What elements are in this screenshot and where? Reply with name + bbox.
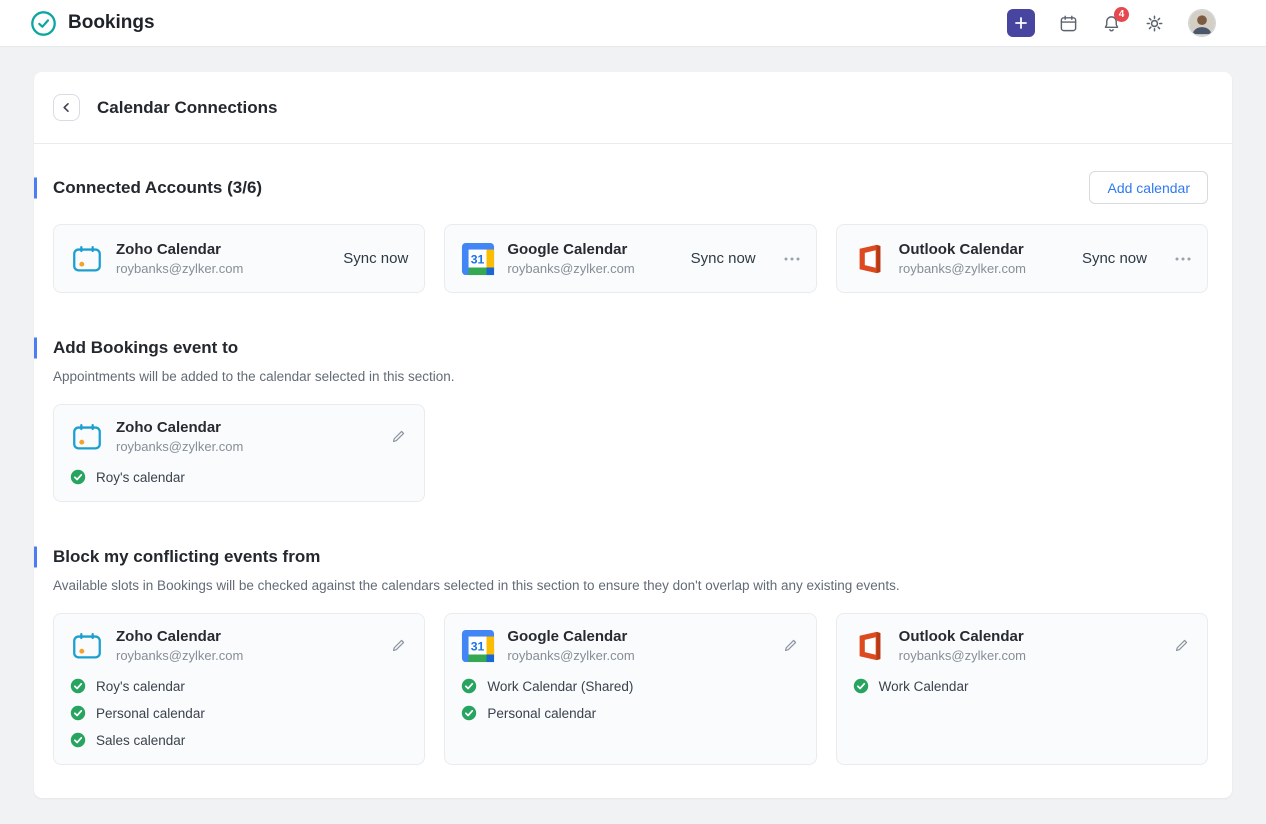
account-name: Outlook Calendar (899, 241, 1026, 258)
connected-accounts-title: Connected Accounts (3/6) (53, 178, 262, 198)
account-name: Outlook Calendar (899, 628, 1026, 645)
page-header: Calendar Connections (34, 72, 1232, 143)
account-email: roybanks@zylker.com (507, 648, 634, 663)
sync-now-button[interactable]: Sync now (1082, 250, 1147, 267)
calendar-name: Work Calendar (Shared) (487, 679, 633, 694)
account-name: Zoho Calendar (116, 241, 243, 258)
block-card-google: 31 Google Calendar roybanks@zylker.com W… (444, 613, 816, 765)
notifications-bell-icon[interactable]: 4 (1102, 14, 1121, 33)
account-email: roybanks@zylker.com (116, 261, 243, 276)
bookings-logo-icon (30, 10, 57, 37)
account-name: Zoho Calendar (116, 419, 243, 436)
edit-pencil-icon[interactable] (781, 636, 800, 655)
brand: Bookings (30, 10, 155, 37)
calendar-name: Personal calendar (487, 706, 596, 721)
selected-calendar-item: Personal calendar (461, 705, 799, 721)
selected-calendar-item: Sales calendar (70, 732, 408, 748)
edit-pencil-icon[interactable] (389, 427, 408, 446)
connected-account-card-outlook: Outlook Calendar roybanks@zylker.com Syn… (836, 224, 1208, 293)
calendar-name: Sales calendar (96, 733, 185, 748)
google-calendar-day-label: 31 (471, 639, 485, 653)
top-bar: Bookings 4 (0, 0, 1266, 47)
connected-account-card-zoho: Zoho Calendar roybanks@zylker.com Sync n… (53, 224, 425, 293)
more-options-icon[interactable] (784, 255, 800, 263)
check-icon (70, 678, 86, 694)
outlook-calendar-icon (853, 242, 887, 276)
account-name: Google Calendar (507, 241, 634, 258)
block-events-title: Block my conflicting events from (53, 547, 1208, 567)
topbar-actions: 4 (1007, 9, 1216, 37)
sync-now-button[interactable]: Sync now (691, 250, 756, 267)
add-event-card-zoho: Zoho Calendar roybanks@zylker.com Roy's … (53, 404, 425, 502)
block-events-subtitle: Available slots in Bookings will be chec… (53, 578, 1208, 593)
edit-pencil-icon[interactable] (1172, 636, 1191, 655)
add-event-title: Add Bookings event to (53, 338, 1208, 358)
block-events-section: Block my conflicting events from Availab… (34, 547, 1232, 765)
settings-gear-icon[interactable] (1145, 14, 1164, 33)
zoho-calendar-icon (70, 420, 104, 454)
check-icon (70, 732, 86, 748)
account-email: roybanks@zylker.com (899, 261, 1026, 276)
google-calendar-icon: 31 (461, 242, 495, 276)
account-email: roybanks@zylker.com (116, 648, 243, 663)
calendar-name: Roy's calendar (96, 470, 185, 485)
user-avatar[interactable] (1188, 9, 1216, 37)
check-icon (70, 469, 86, 485)
calendar-name: Roy's calendar (96, 679, 185, 694)
add-event-section: Add Bookings event to Appointments will … (34, 338, 1232, 502)
selected-calendar-item: Roy's calendar (70, 678, 408, 694)
account-email: roybanks@zylker.com (899, 648, 1026, 663)
sync-now-button[interactable]: Sync now (343, 250, 408, 267)
check-icon (461, 705, 477, 721)
selected-calendar-item: Personal calendar (70, 705, 408, 721)
google-calendar-day-label: 31 (471, 252, 485, 266)
selected-calendar-item: Work Calendar (853, 678, 1191, 694)
check-icon (853, 678, 869, 694)
selected-calendar-item: Roy's calendar (70, 469, 408, 485)
check-icon (70, 705, 86, 721)
divider (34, 143, 1232, 144)
zoho-calendar-icon (70, 629, 104, 663)
block-card-zoho: Zoho Calendar roybanks@zylker.com Roy's … (53, 613, 425, 765)
edit-pencil-icon[interactable] (389, 636, 408, 655)
plus-icon (1014, 16, 1028, 30)
chevron-left-icon (61, 102, 72, 113)
calendar-icon[interactable] (1059, 14, 1078, 33)
connected-account-card-google: 31 Google Calendar roybanks@zylker.com S… (444, 224, 816, 293)
page-title: Calendar Connections (97, 98, 277, 118)
google-calendar-icon: 31 (461, 629, 495, 663)
check-icon (461, 678, 477, 694)
app-title: Bookings (68, 12, 155, 34)
more-options-icon[interactable] (1175, 255, 1191, 263)
connected-accounts-section: Connected Accounts (3/6) Add calendar Zo… (34, 171, 1232, 293)
account-email: roybanks@zylker.com (116, 439, 243, 454)
back-button[interactable] (53, 94, 80, 121)
outlook-calendar-icon (853, 629, 887, 663)
calendar-name: Personal calendar (96, 706, 205, 721)
block-card-outlook: Outlook Calendar roybanks@zylker.com Wor… (836, 613, 1208, 765)
calendar-name: Work Calendar (879, 679, 969, 694)
account-email: roybanks@zylker.com (507, 261, 634, 276)
add-event-subtitle: Appointments will be added to the calend… (53, 369, 1208, 384)
selected-calendar-item: Work Calendar (Shared) (461, 678, 799, 694)
create-plus-button[interactable] (1007, 9, 1035, 37)
account-name: Zoho Calendar (116, 628, 243, 645)
account-name: Google Calendar (507, 628, 634, 645)
add-calendar-button[interactable]: Add calendar (1089, 171, 1208, 204)
notification-badge: 4 (1114, 7, 1129, 22)
calendar-connections-panel: Calendar Connections Connected Accounts … (34, 72, 1232, 798)
zoho-calendar-icon (70, 242, 104, 276)
